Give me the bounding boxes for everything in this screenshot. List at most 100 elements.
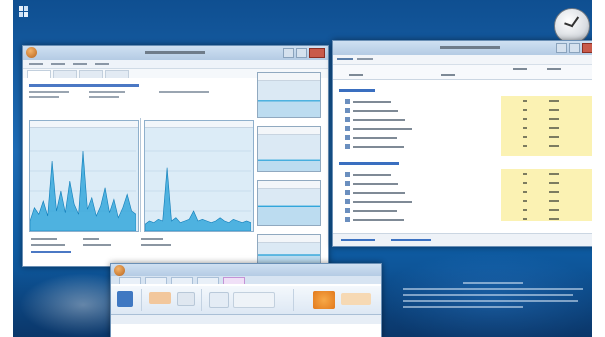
- tab-processes[interactable]: [337, 58, 353, 60]
- caption-line: [403, 306, 523, 308]
- side-graph: [257, 234, 321, 264]
- memory-cell: [549, 127, 559, 129]
- resource-monitor-titlebar[interactable]: [23, 46, 328, 60]
- column-name[interactable]: [349, 74, 363, 76]
- maximize-icon[interactable]: [569, 43, 580, 53]
- process-name: [353, 183, 398, 185]
- desktop: [13, 0, 592, 337]
- ribbon-app-titlebar[interactable]: [111, 264, 381, 276]
- process-icon: [345, 144, 350, 149]
- caption-title: [463, 282, 523, 284]
- table-row[interactable]: [333, 198, 592, 205]
- side-graph-label: [258, 127, 320, 135]
- ribbon-button[interactable]: [177, 292, 195, 306]
- process-name: [353, 101, 391, 103]
- column-memory[interactable]: [547, 68, 561, 70]
- clock-gadget-icon[interactable]: [554, 8, 590, 44]
- table-row[interactable]: [333, 143, 592, 150]
- column-header: [333, 65, 592, 80]
- paste-icon[interactable]: [117, 291, 133, 307]
- stat-label: [83, 238, 99, 240]
- ribbon-tabs: [111, 276, 381, 284]
- tab-disk[interactable]: [105, 70, 129, 78]
- ribbon-tab[interactable]: [145, 277, 167, 284]
- heading-line: [29, 84, 139, 87]
- stat-value: [31, 244, 65, 246]
- memory-cell: [549, 200, 559, 202]
- cpu-cell: [523, 118, 527, 120]
- process-icon: [345, 208, 350, 213]
- close-icon[interactable]: [309, 48, 325, 58]
- ribbon-button[interactable]: [149, 292, 171, 304]
- table-row[interactable]: [333, 171, 592, 178]
- shapes-icon[interactable]: [313, 291, 335, 309]
- minimize-icon[interactable]: [556, 43, 567, 53]
- process-icon: [345, 199, 350, 204]
- app-icon[interactable]: [114, 265, 125, 276]
- maximize-icon[interactable]: [296, 48, 307, 58]
- ribbon-button[interactable]: [209, 292, 229, 308]
- background-section-label: [339, 162, 399, 165]
- process-icon: [345, 99, 350, 104]
- app-icon[interactable]: [26, 47, 37, 58]
- ribbon-tab-contextual[interactable]: [223, 277, 245, 284]
- table-row[interactable]: [333, 189, 592, 196]
- ribbon-button[interactable]: [341, 293, 371, 305]
- minimize-icon[interactable]: [283, 48, 294, 58]
- process-icon: [345, 181, 350, 186]
- windows-orb-icon[interactable]: [19, 6, 28, 18]
- usage-area-chart: [30, 150, 136, 231]
- status-bar: [333, 233, 592, 246]
- process-name: [353, 210, 397, 212]
- process-name: [353, 219, 404, 221]
- process-icon: [345, 217, 350, 222]
- tab-memory[interactable]: [79, 70, 103, 78]
- ribbon-group: [203, 289, 294, 311]
- task-manager-window[interactable]: [332, 40, 592, 247]
- fewer-details-link[interactable]: [341, 239, 375, 241]
- detail-line: [89, 91, 125, 93]
- table-row[interactable]: [333, 134, 592, 141]
- side-graph-label: [258, 181, 320, 189]
- ribbon-button[interactable]: [233, 292, 275, 308]
- table-row[interactable]: [333, 98, 592, 105]
- memory-cell: [549, 218, 559, 220]
- side-graph-fill: [258, 255, 320, 263]
- tab-performance[interactable]: [357, 58, 373, 60]
- table-row[interactable]: [333, 116, 592, 123]
- stat-value: [141, 244, 171, 246]
- memory-cell: [549, 182, 559, 184]
- menu-item[interactable]: [95, 63, 109, 65]
- menu-item[interactable]: [73, 63, 87, 65]
- caption-line: [403, 300, 578, 302]
- side-graph: [257, 72, 321, 118]
- menu-item[interactable]: [29, 63, 43, 65]
- task-manager-titlebar[interactable]: [333, 41, 592, 55]
- close-icon[interactable]: [582, 43, 592, 53]
- table-row[interactable]: [333, 216, 592, 223]
- table-row[interactable]: [333, 180, 592, 187]
- end-task-button[interactable]: [391, 239, 431, 241]
- tab-cpu[interactable]: [53, 70, 77, 78]
- window-title: [145, 51, 205, 54]
- side-graph-fill: [258, 206, 320, 225]
- memory-cell: [549, 100, 559, 102]
- table-row[interactable]: [333, 107, 592, 114]
- usage-area-chart: [145, 150, 251, 231]
- ribbon-tab[interactable]: [171, 277, 193, 284]
- table-row[interactable]: [333, 125, 592, 132]
- apps-section-label: [339, 89, 375, 92]
- table-row[interactable]: [333, 207, 592, 214]
- ribbon-app-window[interactable]: [110, 263, 382, 337]
- column-status[interactable]: [441, 74, 455, 76]
- ribbon-tab[interactable]: [197, 277, 219, 284]
- tab-overview[interactable]: [27, 70, 51, 78]
- menu-item[interactable]: [51, 63, 65, 65]
- cpu-cell: [523, 127, 527, 129]
- resource-monitor-window[interactable]: [22, 45, 329, 267]
- side-graph-label: [258, 235, 320, 243]
- ribbon-tab[interactable]: [119, 277, 141, 284]
- side-graph-area: [258, 205, 320, 225]
- column-cpu[interactable]: [513, 68, 527, 70]
- details-link[interactable]: [31, 251, 71, 253]
